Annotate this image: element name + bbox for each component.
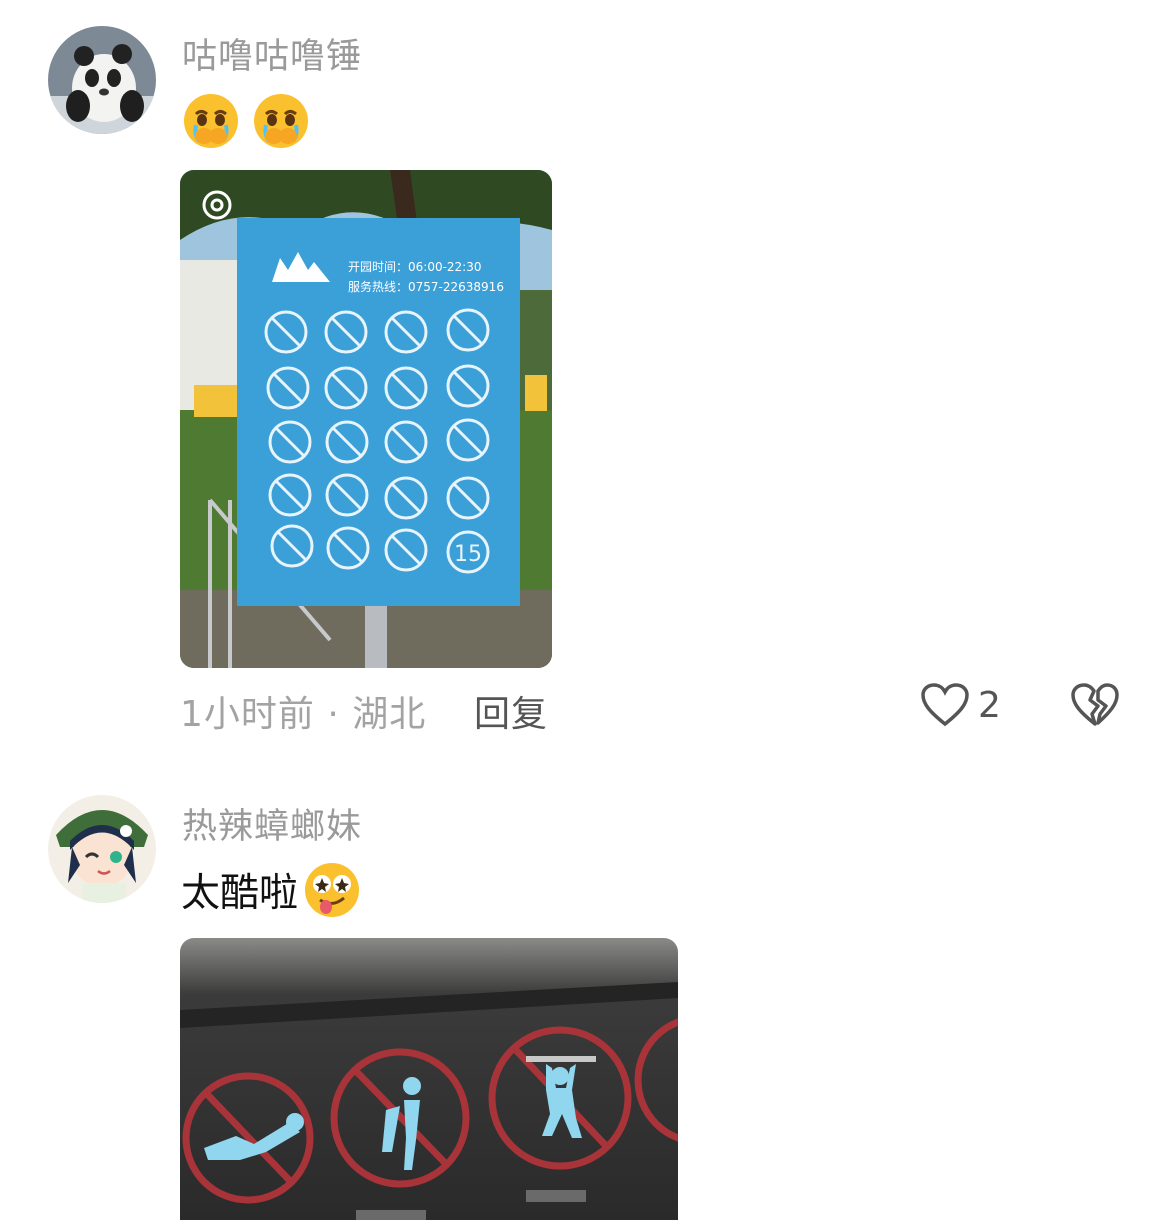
comment-username[interactable]: 咕噜咕噜锤 <box>182 28 362 79</box>
sign-hours: 开园时间：06:00-22:30 <box>348 260 482 274</box>
prohibition-signs-photo <box>180 938 678 1220</box>
comment-photo-prohibition-signs[interactable] <box>180 938 678 1220</box>
park-sign-photo: 开园时间：06:00-22:30 服务热线：0757-22638916 15 <box>180 170 552 668</box>
like-count: 2 <box>978 685 1001 726</box>
comment-text-row: 太酷啦 <box>181 860 362 920</box>
starstruck-tongue-emoji-icon <box>305 863 360 917</box>
comment-timestamp-location: 1小时前 · 湖北 <box>180 694 427 735</box>
reply-button[interactable]: 回复 <box>474 685 548 737</box>
crying-hands-emoji-icon <box>254 94 308 148</box>
comment-emoji-row <box>182 92 310 150</box>
crying-hands-emoji-icon <box>184 94 238 148</box>
like-button[interactable] <box>920 682 970 732</box>
broken-heart-icon <box>1071 683 1119 726</box>
panda-avatar-image <box>48 26 156 134</box>
anime-avatar-image <box>48 795 156 903</box>
sign-hotline: 服务热线：0757-22638916 <box>348 279 504 294</box>
user-avatar-1[interactable] <box>48 26 156 134</box>
sign-speed-limit: 15 <box>454 542 482 567</box>
user-avatar-2[interactable] <box>48 795 156 903</box>
dislike-button[interactable] <box>1070 682 1120 732</box>
comment-photo-park-sign[interactable]: 开园时间：06:00-22:30 服务热线：0757-22638916 15 <box>180 170 552 668</box>
comment-username[interactable]: 热辣蟑螂妹 <box>182 798 362 849</box>
comment-text: 太酷啦 <box>181 871 299 916</box>
heart-icon <box>921 683 969 727</box>
